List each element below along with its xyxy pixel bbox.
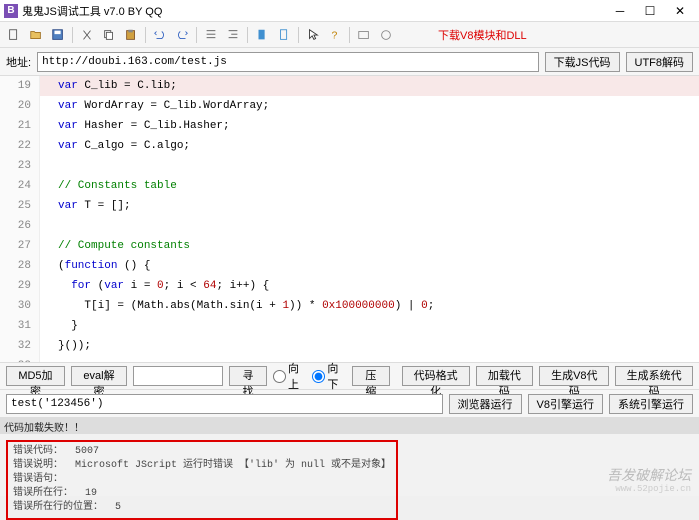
- code-line[interactable]: 29 for (var i = 0; i < 64; i++) {: [0, 276, 699, 296]
- eval-decrypt-button[interactable]: eval解密: [71, 366, 127, 386]
- code-content: for (var i = 0; i < 64; i++) {: [40, 276, 269, 296]
- paste-icon[interactable]: [121, 25, 141, 45]
- address-label: 地址:: [6, 54, 31, 70]
- code-content: [40, 156, 58, 176]
- toolbar: ? 下载V8模块和DLL: [0, 22, 699, 48]
- close-button[interactable]: ✕: [665, 1, 695, 21]
- compress-button[interactable]: 压缩: [352, 366, 390, 386]
- code-line[interactable]: 20var WordArray = C_lib.WordArray;: [0, 96, 699, 116]
- code-line[interactable]: 31 }: [0, 316, 699, 336]
- redo-icon[interactable]: [172, 25, 192, 45]
- code-line[interactable]: 25var T = [];: [0, 196, 699, 216]
- error-text: 错误代码： 5007 错误说明： Microsoft JScript 运行时错误…: [6, 440, 398, 520]
- gen-v8-button[interactable]: 生成V8代码: [539, 366, 609, 386]
- address-input[interactable]: [37, 52, 539, 72]
- code-line[interactable]: 28(function () {: [0, 256, 699, 276]
- button-row-1: MD5加密 eval解密 寻找 向上 向下 压缩 代码格式化 加载代码 生成V8…: [0, 362, 699, 390]
- line-number: 32: [0, 336, 40, 356]
- code-content: var Hasher = C_lib.Hasher;: [40, 116, 230, 136]
- outdent-icon[interactable]: [223, 25, 243, 45]
- line-number: 33: [0, 356, 40, 362]
- code-editor[interactable]: 19var C_lib = C.lib;20var WordArray = C_…: [0, 76, 699, 362]
- find-input[interactable]: [133, 366, 223, 386]
- code-content: [40, 216, 58, 236]
- code-line[interactable]: 23: [0, 156, 699, 176]
- code-content: T[i] = (Math.abs(Math.sin(i + 1)) * 0x10…: [40, 296, 434, 316]
- open-icon[interactable]: [26, 25, 46, 45]
- minimize-button[interactable]: ─: [605, 1, 635, 21]
- test-expression-input[interactable]: [6, 394, 443, 414]
- line-number: 29: [0, 276, 40, 296]
- line-number: 22: [0, 136, 40, 156]
- bookmark-icon[interactable]: [252, 25, 272, 45]
- direction-down-radio[interactable]: 向下: [312, 360, 345, 392]
- code-line[interactable]: 21var Hasher = C_lib.Hasher;: [0, 116, 699, 136]
- line-number: 24: [0, 176, 40, 196]
- toolbar-notice[interactable]: 下载V8模块和DLL: [438, 27, 527, 43]
- gen-sys-button[interactable]: 生成系统代码: [615, 366, 693, 386]
- maximize-button[interactable]: ☐: [635, 1, 665, 21]
- code-content: }: [40, 316, 78, 336]
- cursor-icon[interactable]: [303, 25, 323, 45]
- indent-icon[interactable]: [201, 25, 221, 45]
- code-content: // Compute constants: [40, 236, 190, 256]
- app-icon: B: [4, 4, 18, 18]
- undo-icon[interactable]: [150, 25, 170, 45]
- code-line[interactable]: 30 T[i] = (Math.abs(Math.sin(i + 1)) * 0…: [0, 296, 699, 316]
- error-header: 代码加载失败！！: [0, 418, 699, 434]
- copy-icon[interactable]: [99, 25, 119, 45]
- code-content: var T = [];: [40, 196, 131, 216]
- titlebar: B 鬼鬼JS调试工具 v7.0 BY QQ ─ ☐ ✕: [0, 0, 699, 22]
- direction-up-radio[interactable]: 向上: [273, 360, 306, 392]
- watermark-url: www.52pojie.cn: [615, 482, 691, 496]
- code-content: var C_algo = C.algo;: [40, 136, 190, 156]
- sys-run-button[interactable]: 系统引擎运行: [609, 394, 693, 414]
- code-line[interactable]: 24// Constants table: [0, 176, 699, 196]
- code-line[interactable]: 22var C_algo = C.algo;: [0, 136, 699, 156]
- save-icon[interactable]: [48, 25, 68, 45]
- format-code-button[interactable]: 代码格式化: [402, 366, 470, 386]
- question-icon[interactable]: ?: [325, 25, 345, 45]
- utf8-decode-button[interactable]: UTF8解码: [626, 52, 694, 72]
- tool-a-icon[interactable]: [354, 25, 374, 45]
- svg-text:?: ?: [332, 29, 338, 41]
- code-line[interactable]: 26: [0, 216, 699, 236]
- line-number: 27: [0, 236, 40, 256]
- watermark: 吾发破解论坛: [607, 470, 691, 484]
- code-line[interactable]: 27// Compute constants: [0, 236, 699, 256]
- code-content: var C_lib = C.lib;: [40, 76, 177, 96]
- line-number: 21: [0, 116, 40, 136]
- find-button[interactable]: 寻找: [229, 366, 267, 386]
- line-number: 28: [0, 256, 40, 276]
- cut-icon[interactable]: [77, 25, 97, 45]
- line-number: 25: [0, 196, 40, 216]
- new-icon[interactable]: [4, 25, 24, 45]
- code-content: }());: [40, 336, 91, 356]
- load-code-button[interactable]: 加载代码: [476, 366, 534, 386]
- code-line[interactable]: 33: [0, 356, 699, 362]
- line-number: 26: [0, 216, 40, 236]
- code-line[interactable]: 19var C_lib = C.lib;: [0, 76, 699, 96]
- v8-run-button[interactable]: V8引擎运行: [528, 394, 603, 414]
- address-bar: 地址: 下载JS代码 UTF8解码: [0, 48, 699, 76]
- window-controls: ─ ☐ ✕: [605, 1, 695, 21]
- line-number: 23: [0, 156, 40, 176]
- md5-button[interactable]: MD5加密: [6, 366, 65, 386]
- code-line[interactable]: 32}());: [0, 336, 699, 356]
- code-content: var WordArray = C_lib.WordArray;: [40, 96, 269, 116]
- code-content: [40, 356, 58, 362]
- line-number: 20: [0, 96, 40, 116]
- error-body: 错误代码： 5007 错误说明： Microsoft JScript 运行时错误…: [0, 434, 699, 496]
- browser-run-button[interactable]: 浏览器运行: [449, 394, 522, 414]
- line-number: 30: [0, 296, 40, 316]
- window-title: 鬼鬼JS调试工具 v7.0 BY QQ: [22, 3, 605, 19]
- code-content: // Constants table: [40, 176, 177, 196]
- tool-b-icon[interactable]: [376, 25, 396, 45]
- button-row-2: 浏览器运行 V8引擎运行 系统引擎运行: [0, 390, 699, 418]
- bookmark-next-icon[interactable]: [274, 25, 294, 45]
- code-content: (function () {: [40, 256, 150, 276]
- line-number: 19: [0, 76, 40, 96]
- line-number: 31: [0, 316, 40, 336]
- download-js-button[interactable]: 下载JS代码: [545, 52, 620, 72]
